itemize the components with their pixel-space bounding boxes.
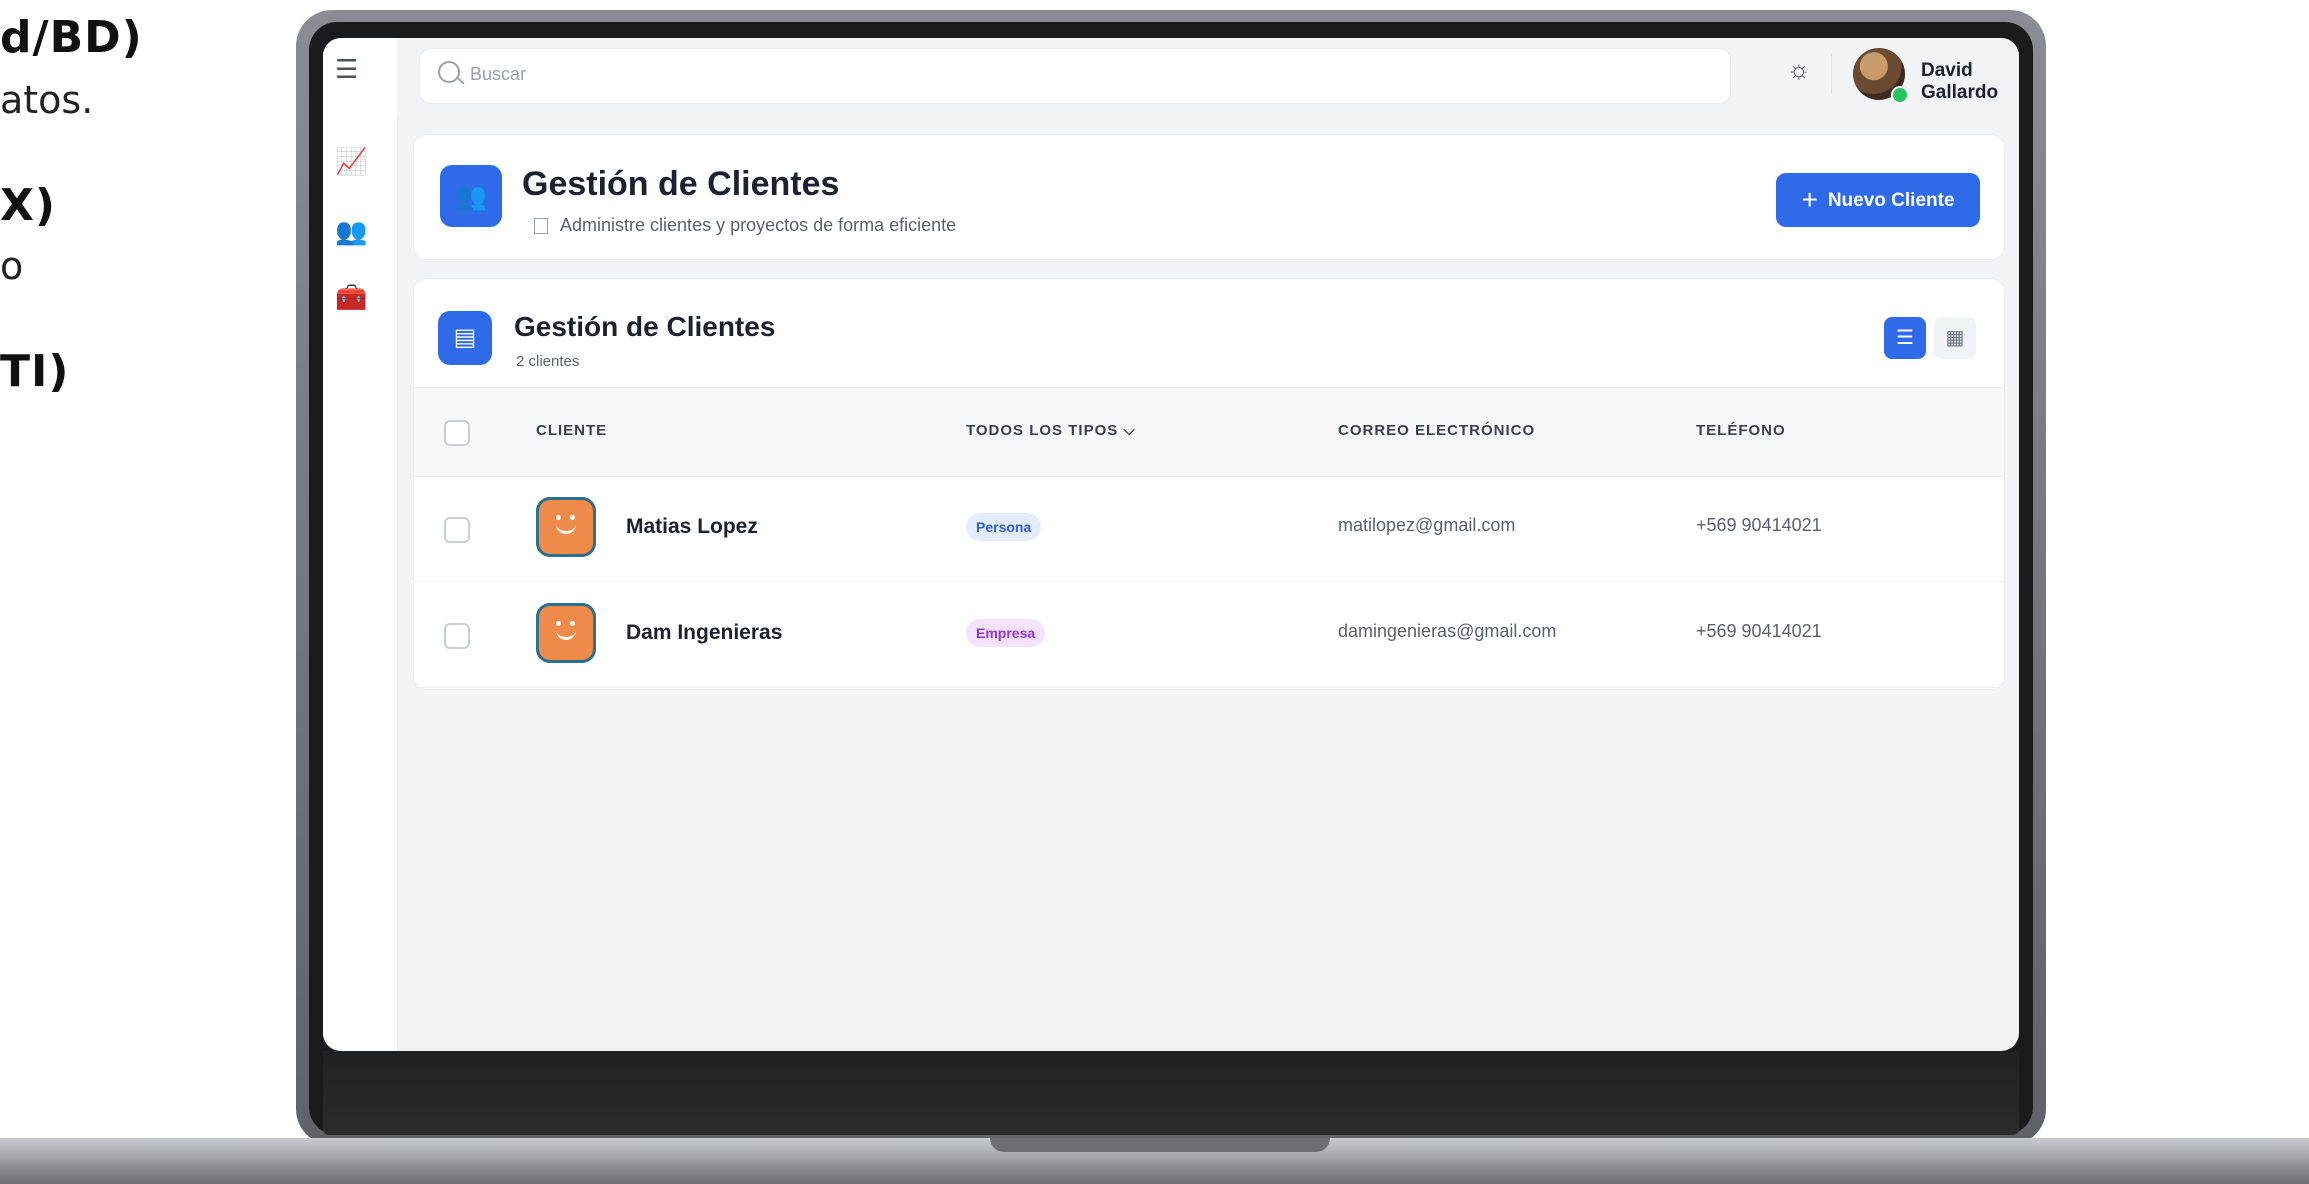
clients-table-card: ▤ Gestión de Clientes 2 clientes ☰ ▦ CLI… (413, 278, 2005, 690)
column-header-phone: TELÉFONO (1696, 422, 1786, 439)
client-email: damingenieras@gmail.com (1338, 621, 1557, 641)
column-header-email: CORREO ELECTRÓNICO (1338, 422, 1536, 439)
select-all-checkbox[interactable] (444, 420, 470, 446)
table-row[interactable]: Matias Lopez Persona matilopez@gmail.com… (414, 475, 2004, 582)
table-row[interactable]: Dam Ingenieras Empresa damingenieras@gma… (414, 581, 2004, 688)
sidebar: ☰ 📈 👥 🧰 (323, 38, 398, 1051)
users-icon: 👥 (440, 165, 502, 227)
laptop-base-notch (990, 1138, 1330, 1152)
client-phone: +569 90414021 (1696, 515, 1822, 535)
building-icon (534, 218, 548, 235)
online-status-dot (1891, 86, 1909, 104)
client-phone: +569 90414021 (1696, 621, 1822, 641)
left-heading-2: X) (0, 180, 57, 231)
client-name: Dam Ingenieras (626, 621, 783, 644)
client-avatar (536, 603, 596, 663)
new-client-button[interactable]: + Nuevo Cliente (1776, 173, 1980, 227)
search-input[interactable]: Buscar (470, 64, 526, 85)
row-checkbox[interactable] (444, 517, 470, 543)
client-count: 2 clientes (516, 353, 580, 370)
laptop-keyboard-area (323, 1051, 2019, 1135)
app-screen: ☰ 📈 👥 🧰 Buscar ☼ David Gallardo ⌵ 👥 Gest… (323, 38, 2019, 1051)
sun-icon[interactable]: ☼ (1787, 54, 1811, 85)
left-text-2: o (0, 244, 24, 288)
row-checkbox[interactable] (444, 623, 470, 649)
type-badge: Persona (966, 513, 1042, 541)
type-badge: Empresa (966, 619, 1046, 647)
client-email: matilopez@gmail.com (1338, 515, 1516, 535)
page-subtitle: Administre clientes y proyectos de forma… (534, 215, 956, 236)
user-name[interactable]: David Gallardo (1921, 60, 2019, 104)
plus-icon: + (1801, 184, 1818, 215)
page-title: Gestión de Clientes (522, 165, 840, 203)
page-header-card: 👥 Gestión de Clientes Administre cliente… (413, 134, 2005, 260)
left-heading-1: d/BD) (0, 12, 143, 63)
topbar: Buscar ☼ David Gallardo ⌵ (397, 38, 2019, 118)
chart-icon[interactable]: 📈 (335, 146, 367, 177)
table-head: CLIENTE TODOS LOS TIPOS ⌵ CORREO ELECTRÓ… (414, 387, 2004, 477)
clients-table-header: ▤ Gestión de Clientes 2 clientes ☰ ▦ (414, 279, 2004, 387)
list-view-button[interactable]: ☰ (1884, 317, 1926, 359)
divider (1831, 54, 1832, 94)
page-subtitle-text: Administre clientes y proyectos de forma… (560, 215, 957, 235)
column-header-client: CLIENTE (536, 422, 608, 439)
left-text-1: atos. (0, 78, 94, 122)
table-title: Gestión de Clientes (514, 311, 776, 342)
search-bar[interactable]: Buscar (419, 48, 1731, 104)
client-name: Matias Lopez (626, 515, 758, 538)
projects-icon[interactable]: 🧰 (335, 282, 367, 313)
menu-icon[interactable]: ☰ (335, 54, 358, 85)
grid-view-button[interactable]: ▦ (1934, 317, 1976, 359)
table-icon: ▤ (438, 311, 492, 365)
client-avatar (536, 497, 596, 557)
left-heading-3: TI) (0, 346, 70, 397)
column-header-type-filter[interactable]: TODOS LOS TIPOS ⌵ (966, 422, 1136, 439)
new-client-label: Nuevo Cliente (1827, 190, 1955, 211)
search-icon (438, 61, 460, 83)
users-icon[interactable]: 👥 (335, 216, 367, 247)
